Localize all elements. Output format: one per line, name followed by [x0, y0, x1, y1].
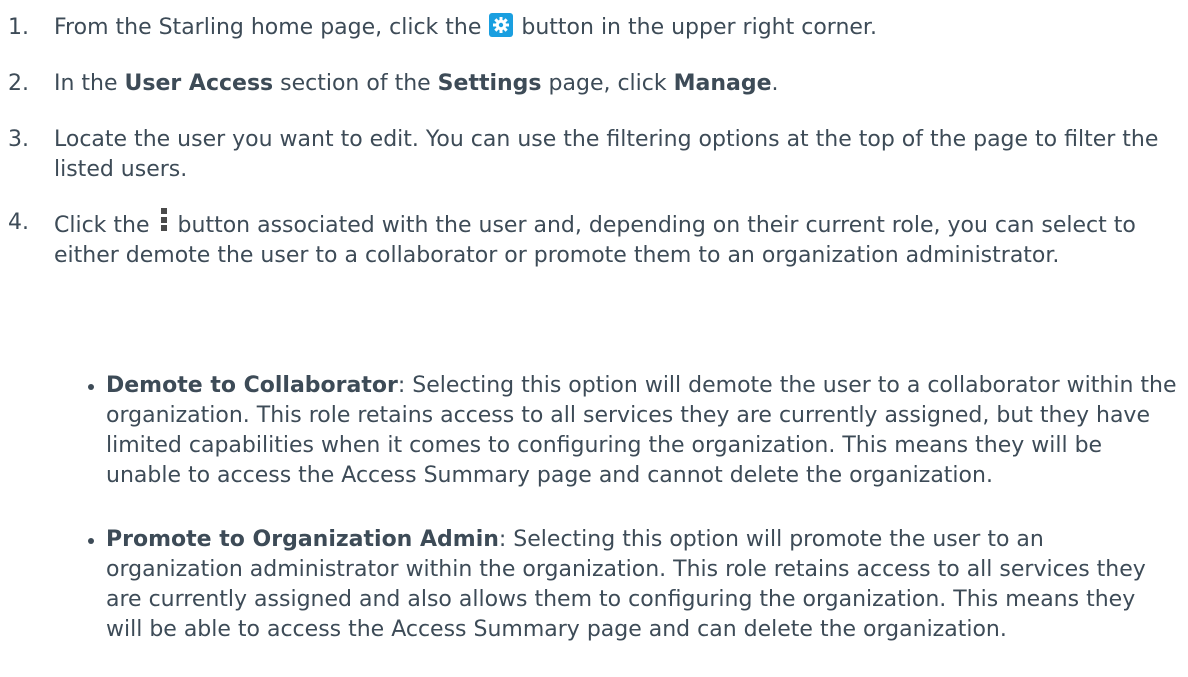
ui-term-settings: Settings	[437, 71, 542, 96]
step-text-part: Click the	[54, 213, 150, 238]
step-number: 2.	[8, 71, 29, 96]
step-number: 1.	[8, 15, 29, 40]
step-text-part: button in the upper right corner.	[521, 15, 877, 40]
step-number: 3.	[8, 127, 29, 152]
ui-term-user-access: User Access	[124, 71, 274, 96]
option-title: Demote to Collaborator	[106, 373, 398, 398]
step-text-part: .	[771, 71, 779, 96]
step-number: 4.	[8, 210, 29, 235]
step-text: Locate the user you want to edit. You ca…	[54, 127, 1159, 182]
step-text-part: In the	[54, 71, 118, 96]
gear-icon	[489, 13, 514, 37]
step-text-part: section of the	[280, 71, 431, 96]
step-text: From the Starling home page, click the b…	[54, 13, 1168, 43]
step-text-part: button associated with the user and, dep…	[54, 213, 1136, 268]
ui-term-manage: Manage	[673, 71, 772, 96]
bullet-dot	[88, 384, 94, 390]
option-text: Demote to Collaborator: Selecting this o…	[106, 371, 1178, 491]
step-text: Click the button associated with the use…	[54, 208, 1168, 271]
step-text-part: page, click	[548, 71, 667, 96]
option-text: Promote to Organization Admin: Selecting…	[106, 525, 1178, 645]
option-title: Promote to Organization Admin	[106, 527, 499, 552]
step-text: In the User Access section of the Settin…	[54, 69, 1168, 99]
document: 1. From the Starling home page, click th…	[0, 0, 1188, 677]
kebab-menu-icon	[160, 208, 168, 234]
step-text-part: From the Starling home page, click the	[54, 15, 482, 40]
bullet-dot	[88, 538, 94, 544]
